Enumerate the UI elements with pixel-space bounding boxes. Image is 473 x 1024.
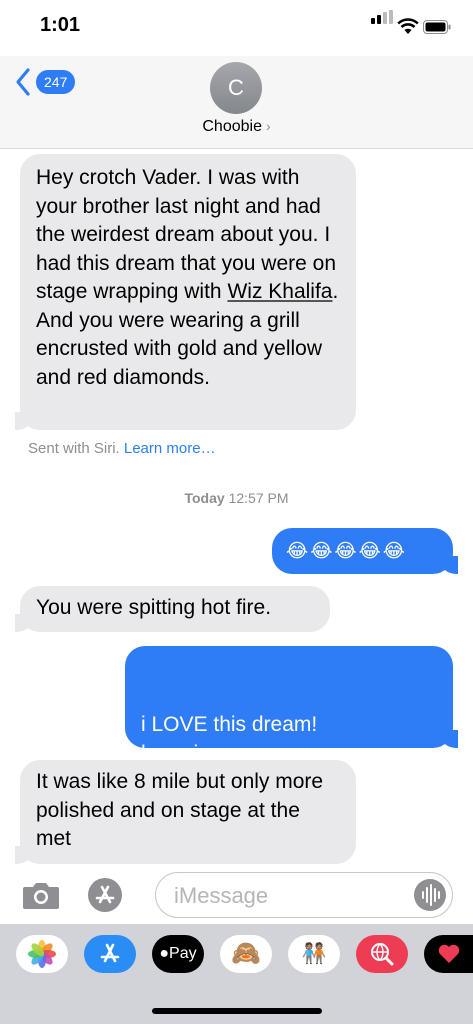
message-bubble-received[interactable]: Hey crotch Vader. I was with your brothe… bbox=[5, 154, 356, 430]
wifi-icon bbox=[397, 18, 419, 34]
siri-note: Sent with Siri. Learn more… bbox=[28, 440, 216, 457]
status-time: 1:01 bbox=[40, 14, 81, 36]
digital-touch-button[interactable] bbox=[424, 935, 473, 973]
message-text: You were spitting hot fire. bbox=[36, 596, 272, 619]
monkey-emoji-icon: 🙈 bbox=[231, 940, 261, 967]
audio-message-button[interactable] bbox=[414, 879, 446, 911]
message-text: It was like 8 mile but only more polishe… bbox=[36, 770, 324, 850]
message-bubble-sent[interactable]: 😂😂😂😂😂 bbox=[272, 528, 468, 574]
camera-icon[interactable] bbox=[22, 880, 60, 910]
battery-icon bbox=[423, 20, 451, 34]
apple-pay-button[interactable]: ●Pay bbox=[152, 935, 204, 973]
memoji-icon: 🧑🏽‍🤝‍🧑🏽 bbox=[301, 943, 327, 965]
heart-touch-icon bbox=[438, 944, 459, 963]
contact-name: Choobie bbox=[202, 118, 262, 135]
photos-app-button[interactable] bbox=[16, 935, 68, 973]
chevron-left-icon bbox=[16, 68, 30, 96]
app-drawer-button[interactable] bbox=[88, 878, 122, 912]
app-store-button[interactable] bbox=[84, 935, 136, 973]
memoji-button[interactable]: 🧑🏽‍🤝‍🧑🏽 bbox=[288, 935, 340, 973]
avatar[interactable]: C bbox=[210, 62, 262, 114]
message-input[interactable] bbox=[172, 881, 406, 911]
message-input-container[interactable] bbox=[155, 872, 453, 918]
app-store-icon bbox=[95, 885, 115, 904]
learn-more-link[interactable]: Learn more… bbox=[124, 440, 216, 457]
app-tray: ●Pay 🙈 🧑🏽‍🤝‍🧑🏽 bbox=[0, 924, 473, 1024]
timestamp: Today 12:57 PM bbox=[184, 490, 289, 506]
web-search-button[interactable] bbox=[356, 935, 408, 973]
message-bubble-received[interactable]: You were spitting hot fire. bbox=[5, 586, 330, 632]
compose-bar bbox=[0, 864, 473, 924]
status-bar: 1:01 bbox=[0, 0, 473, 56]
message-bubble-sent[interactable]: i LOVE this dream! hope i can see you gu… bbox=[125, 646, 468, 793]
apple-pay-icon: ● bbox=[159, 945, 170, 962]
message-bubble-received[interactable]: It was like 8 mile but only more polishe… bbox=[5, 760, 356, 864]
contact-name-button[interactable]: Choobie › bbox=[0, 118, 473, 136]
conversation-header: 247 C Choobie › bbox=[0, 56, 473, 149]
globe-search-icon bbox=[371, 943, 394, 966]
app-store-icon bbox=[100, 943, 120, 963]
message-text: 😂😂😂😂😂 bbox=[286, 541, 408, 562]
photos-icon bbox=[28, 940, 56, 968]
home-indicator bbox=[152, 1008, 322, 1014]
chevron-right-icon: › bbox=[265, 118, 271, 134]
unread-count-badge: 247 bbox=[36, 70, 76, 94]
animoji-button[interactable]: 🙈 bbox=[220, 935, 272, 973]
lookup-link[interactable]: Wiz Khalifa bbox=[227, 280, 332, 303]
back-button[interactable]: 247 bbox=[14, 66, 84, 98]
